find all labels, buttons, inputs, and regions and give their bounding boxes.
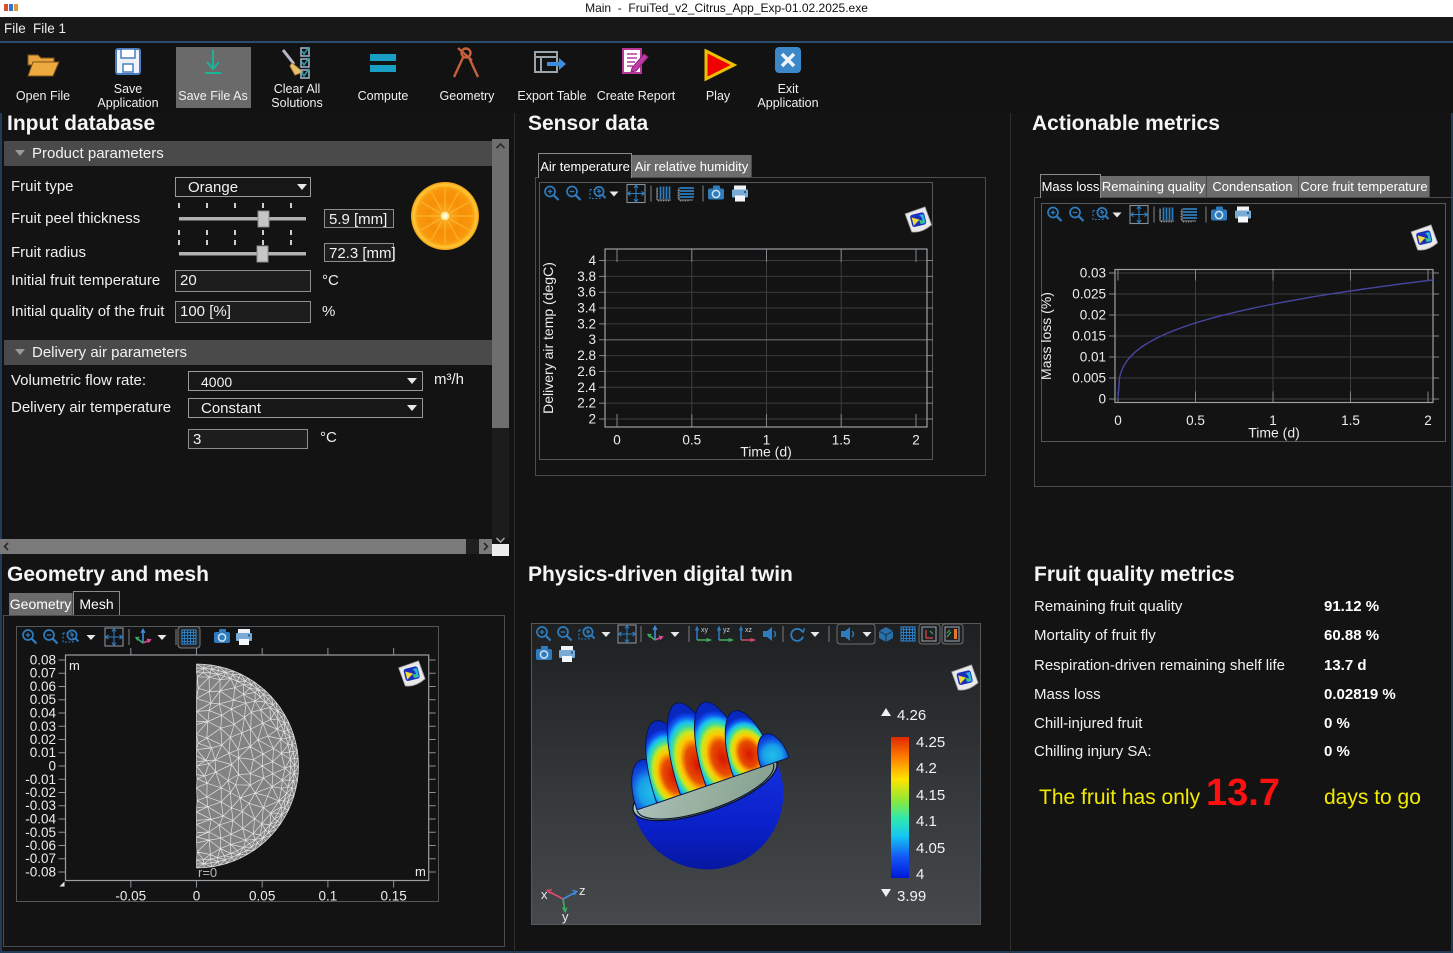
svg-text:3.99: 3.99 <box>897 888 926 905</box>
svg-text:2.2: 2.2 <box>577 396 596 411</box>
svg-text:3.2: 3.2 <box>577 316 596 331</box>
svg-text:2: 2 <box>912 433 920 448</box>
svg-text:Time (d): Time (d) <box>1248 425 1300 441</box>
svg-text:m: m <box>415 864 426 879</box>
svg-text:4.15: 4.15 <box>916 787 945 804</box>
svg-text:z: z <box>579 883 586 898</box>
svg-text:m: m <box>69 658 80 673</box>
svg-text:0.5: 0.5 <box>1186 413 1205 428</box>
svg-text:-0.05: -0.05 <box>115 889 146 903</box>
svg-text:3.8: 3.8 <box>577 269 596 284</box>
svg-text:Delivery air temp (degC): Delivery air temp (degC) <box>540 262 556 414</box>
svg-text:Time (d): Time (d) <box>740 444 792 460</box>
svg-text:0.05: 0.05 <box>249 889 275 903</box>
svg-text:4.26: 4.26 <box>897 707 926 724</box>
svg-text:y: y <box>562 909 569 924</box>
svg-text:0.025: 0.025 <box>1072 287 1106 302</box>
svg-text:x: x <box>541 887 548 902</box>
svg-text:0.01: 0.01 <box>1080 350 1106 365</box>
svg-text:0.015: 0.015 <box>1072 329 1106 344</box>
svg-text:4: 4 <box>588 253 596 268</box>
svg-text:1.5: 1.5 <box>1341 413 1360 428</box>
svg-text:2.8: 2.8 <box>577 348 596 363</box>
svg-text:1.5: 1.5 <box>832 433 851 448</box>
svg-text:2.6: 2.6 <box>577 364 596 379</box>
svg-text:4: 4 <box>916 866 924 883</box>
svg-text:4.05: 4.05 <box>916 840 945 857</box>
svg-text:2: 2 <box>588 412 596 427</box>
svg-text:3.4: 3.4 <box>577 301 596 316</box>
svg-text:4.1: 4.1 <box>916 813 937 830</box>
svg-text:0: 0 <box>613 433 621 448</box>
svg-text:0.03: 0.03 <box>1080 266 1106 281</box>
svg-text:0: 0 <box>1098 392 1106 407</box>
svg-text:4.25: 4.25 <box>916 734 945 751</box>
svg-text:0.005: 0.005 <box>1072 371 1106 386</box>
svg-text:3: 3 <box>588 332 596 347</box>
svg-text:3.6: 3.6 <box>577 285 596 300</box>
svg-text:4.2: 4.2 <box>916 760 937 777</box>
svg-text:0: 0 <box>193 889 201 903</box>
svg-text:0: 0 <box>1114 413 1122 428</box>
svg-text:r=0: r=0 <box>198 865 217 880</box>
svg-text:2: 2 <box>1424 413 1432 428</box>
svg-text:0.1: 0.1 <box>319 889 338 903</box>
svg-text:2.4: 2.4 <box>577 380 596 395</box>
svg-text:0.15: 0.15 <box>380 889 406 903</box>
svg-text:-0.08: -0.08 <box>25 865 56 880</box>
svg-text:0.02: 0.02 <box>1080 308 1106 323</box>
svg-text:Mass loss (%): Mass loss (%) <box>1041 292 1054 380</box>
svg-text:0.5: 0.5 <box>682 433 701 448</box>
